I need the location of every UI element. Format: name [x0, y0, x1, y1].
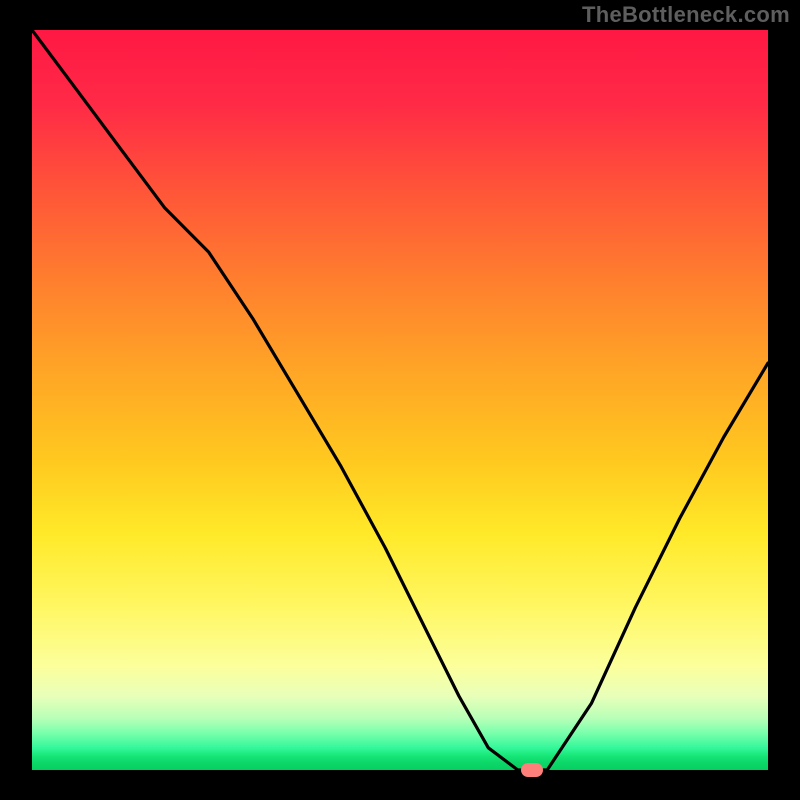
- chart-frame: TheBottleneck.com: [0, 0, 800, 800]
- plot-area: [32, 30, 768, 770]
- bottleneck-curve: [32, 30, 768, 770]
- optimal-point-marker: [521, 763, 543, 777]
- watermark-label: TheBottleneck.com: [582, 2, 790, 28]
